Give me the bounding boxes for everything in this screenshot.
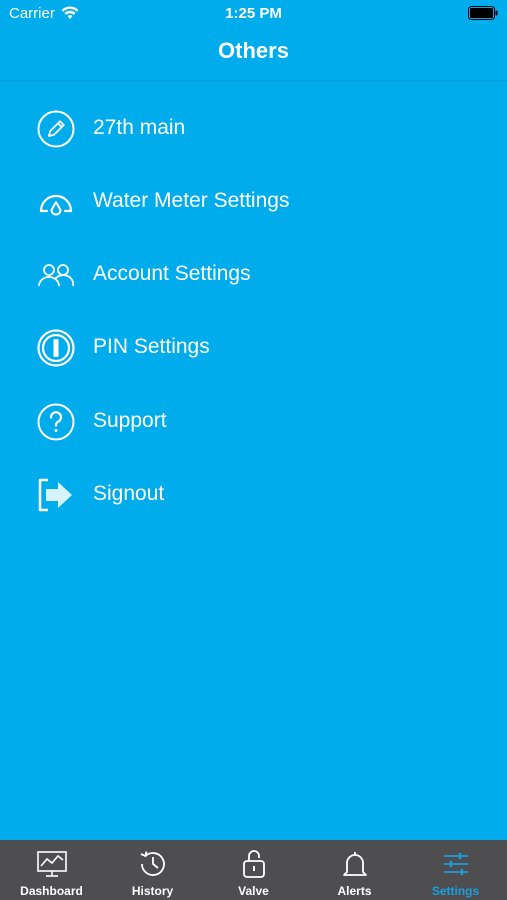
menu-item-pin-settings[interactable]: PIN Settings	[0, 311, 507, 384]
tab-bar: Dashboard History Valve Alerts Settings	[0, 840, 507, 900]
menu-item-support[interactable]: Support	[0, 385, 507, 458]
menu-item-label: Account Settings	[93, 262, 251, 285]
menu-item-water-meter-settings[interactable]: Water Meter Settings	[0, 165, 507, 238]
pencil-icon	[37, 110, 75, 148]
signout-icon	[38, 478, 72, 512]
dashboard-icon	[37, 851, 67, 877]
menu-item-label: Signout	[93, 482, 165, 505]
menu-item-label: 27th main	[93, 116, 186, 139]
question-icon	[37, 403, 75, 441]
battery-icon	[468, 6, 498, 20]
tab-label: History	[131, 884, 174, 898]
menu-item-signout[interactable]: Signout	[0, 458, 507, 531]
tab-label: Valve	[238, 884, 269, 898]
tab-settings[interactable]: Settings	[405, 840, 506, 900]
bell-icon	[343, 852, 367, 876]
users-icon	[38, 264, 75, 287]
tab-alerts[interactable]: Alerts	[304, 840, 405, 900]
menu-item-label: PIN Settings	[93, 335, 210, 358]
pin-icon	[37, 329, 75, 367]
history-icon	[140, 851, 165, 876]
tab-dashboard[interactable]: Dashboard	[1, 840, 102, 900]
tab-label: Settings	[431, 884, 480, 898]
navigation-bar: Others	[0, 28, 507, 81]
tab-label: Alerts	[337, 884, 372, 898]
tab-history[interactable]: History	[102, 840, 203, 900]
menu-item-account-settings[interactable]: Account Settings	[0, 238, 507, 311]
sliders-icon	[444, 853, 468, 875]
lock-icon	[243, 850, 265, 878]
menu-item-label: Water Meter Settings	[93, 189, 290, 212]
gauge-icon	[39, 194, 73, 216]
tab-valve[interactable]: Valve	[203, 840, 304, 900]
settings-screen: Carrier 1:25 PM Others 27th main Water M…	[0, 0, 507, 900]
menu-item-device[interactable]: 27th main	[0, 92, 507, 165]
clock: 1:25 PM	[225, 5, 282, 22]
tab-label: Dashboard	[20, 884, 83, 898]
page-title: Others	[218, 38, 289, 63]
status-bar: Carrier 1:25 PM	[0, 0, 507, 28]
menu-item-label: Support	[93, 409, 167, 432]
